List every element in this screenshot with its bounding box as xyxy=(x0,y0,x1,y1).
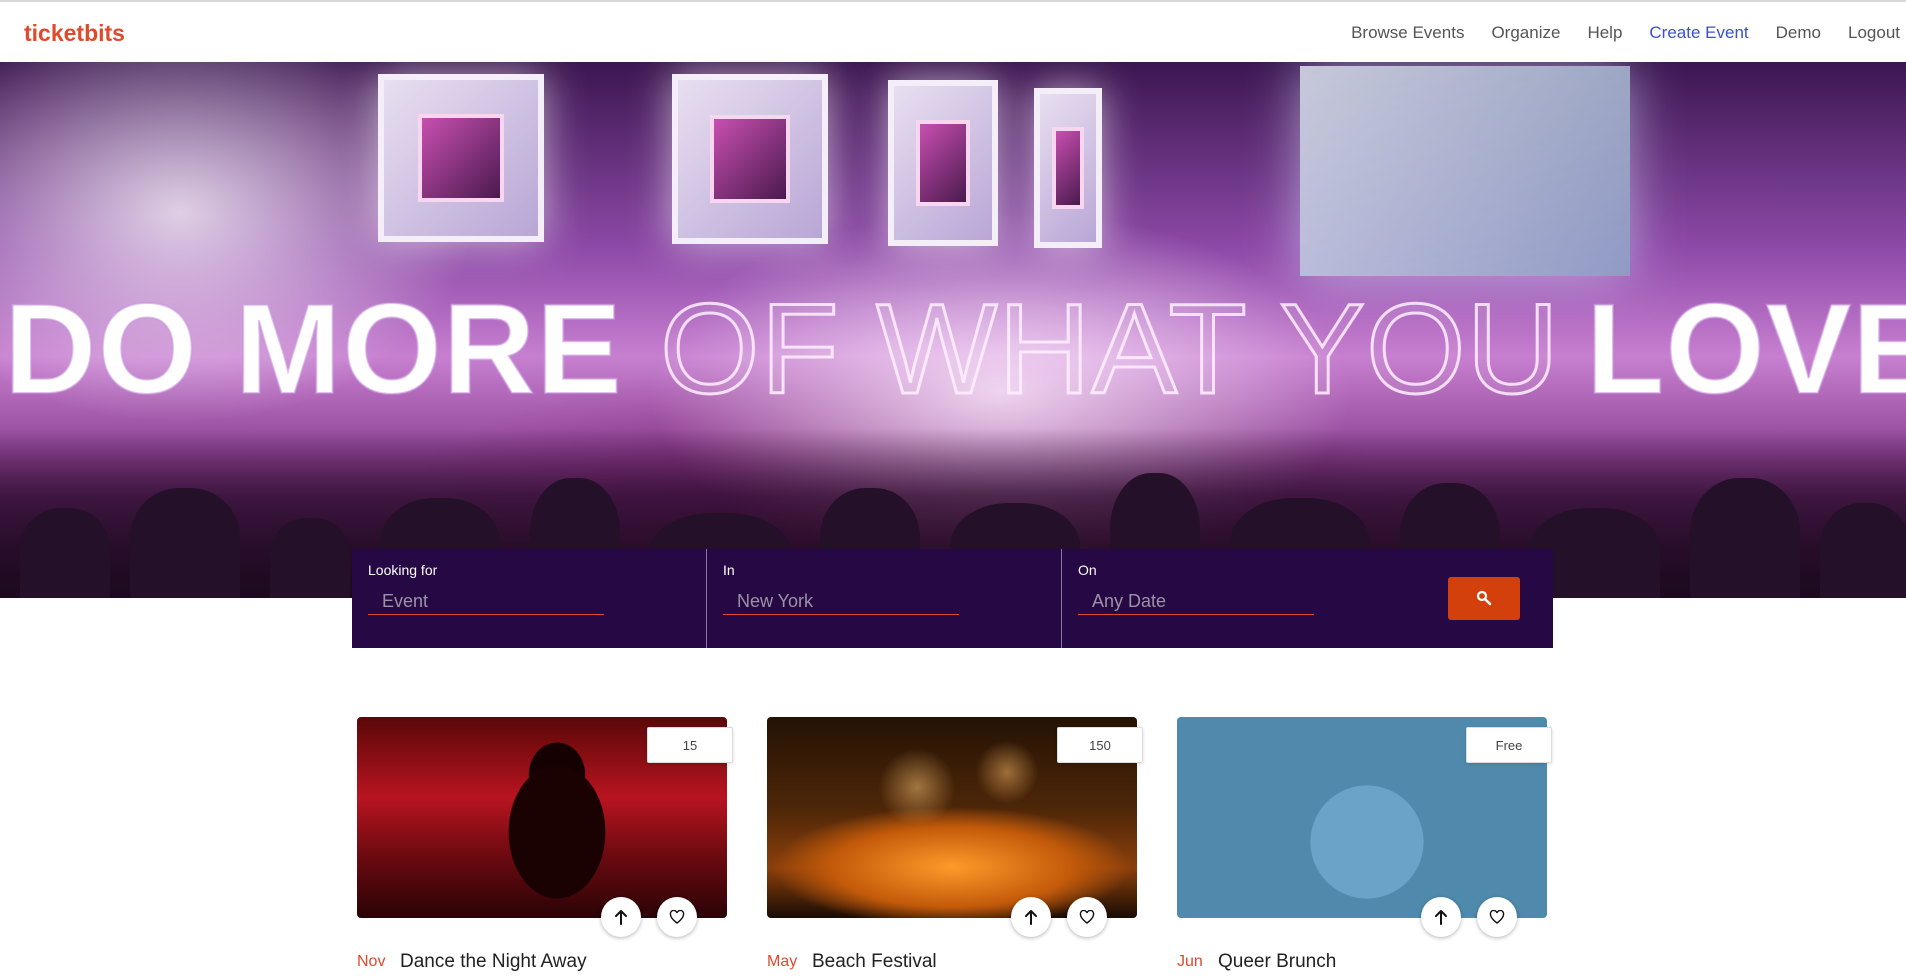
heart-icon xyxy=(1489,910,1505,924)
headline-part-3: LOVE xyxy=(1585,277,1906,422)
search-looking-for: Looking for xyxy=(352,549,707,648)
event-card[interactable]: 150 May Beach Festival xyxy=(767,717,1143,977)
heart-icon xyxy=(1079,910,1095,924)
nav-help[interactable]: Help xyxy=(1587,23,1622,43)
stage-screen xyxy=(378,74,544,242)
price-badge: 15 xyxy=(647,727,733,763)
brand-logo[interactable]: ticketbits xyxy=(24,20,125,47)
location-label: In xyxy=(723,562,735,578)
hero-headline: DO MORE OF WHAT YOU LOVE xyxy=(0,276,1906,422)
nav-links: Browse Events Organize Help Create Event… xyxy=(1324,23,1900,43)
search-button[interactable] xyxy=(1448,577,1520,620)
share-button[interactable] xyxy=(1011,897,1051,937)
stage-big-screen xyxy=(1300,66,1630,276)
share-button[interactable] xyxy=(1421,897,1461,937)
hero-banner: DO MORE OF WHAT YOU LOVE xyxy=(0,62,1906,598)
event-title[interactable]: Beach Festival xyxy=(812,951,937,973)
heart-icon xyxy=(669,910,685,924)
search-date: On xyxy=(1062,549,1417,648)
arrow-up-icon xyxy=(1435,910,1447,925)
event-title[interactable]: Queer Brunch xyxy=(1218,951,1336,973)
headline-part-1: DO MORE xyxy=(3,277,623,422)
favorite-button[interactable] xyxy=(657,897,697,937)
event-search-input[interactable] xyxy=(368,589,604,615)
date-label: On xyxy=(1078,562,1097,578)
event-card[interactable]: Free Jun Queer Brunch xyxy=(1177,717,1552,977)
headline-part-2: OF WHAT YOU xyxy=(659,276,1561,422)
price-badge: Free xyxy=(1466,727,1552,763)
nav-browse-events[interactable]: Browse Events xyxy=(1351,23,1464,43)
arrow-up-icon xyxy=(1025,910,1037,925)
location-input[interactable] xyxy=(723,589,959,615)
stage-screen xyxy=(888,80,998,246)
date-input[interactable] xyxy=(1078,589,1314,615)
event-month: Jun xyxy=(1177,953,1203,970)
event-month: Nov xyxy=(357,953,386,970)
nav-logout[interactable]: Logout xyxy=(1848,23,1900,43)
favorite-button[interactable] xyxy=(1067,897,1107,937)
search-icon xyxy=(1476,590,1492,606)
event-title[interactable]: Dance the Night Away xyxy=(400,951,587,973)
event-month: May xyxy=(767,953,798,970)
event-card[interactable]: 15 Nov Dance the Night Away xyxy=(357,717,733,977)
top-navbar: ticketbits Browse Events Organize Help C… xyxy=(0,0,1906,62)
search-location: In xyxy=(707,549,1062,648)
search-bar: Looking for In On xyxy=(352,549,1553,648)
stage-screen xyxy=(672,74,828,244)
looking-for-label: Looking for xyxy=(368,562,438,578)
share-button[interactable] xyxy=(601,897,641,937)
nav-demo[interactable]: Demo xyxy=(1776,23,1821,43)
stage-screen xyxy=(1034,88,1102,248)
arrow-up-icon xyxy=(615,910,627,925)
price-badge: 150 xyxy=(1057,727,1143,763)
nav-organize[interactable]: Organize xyxy=(1491,23,1560,43)
favorite-button[interactable] xyxy=(1477,897,1517,937)
nav-create-event[interactable]: Create Event xyxy=(1649,23,1748,43)
